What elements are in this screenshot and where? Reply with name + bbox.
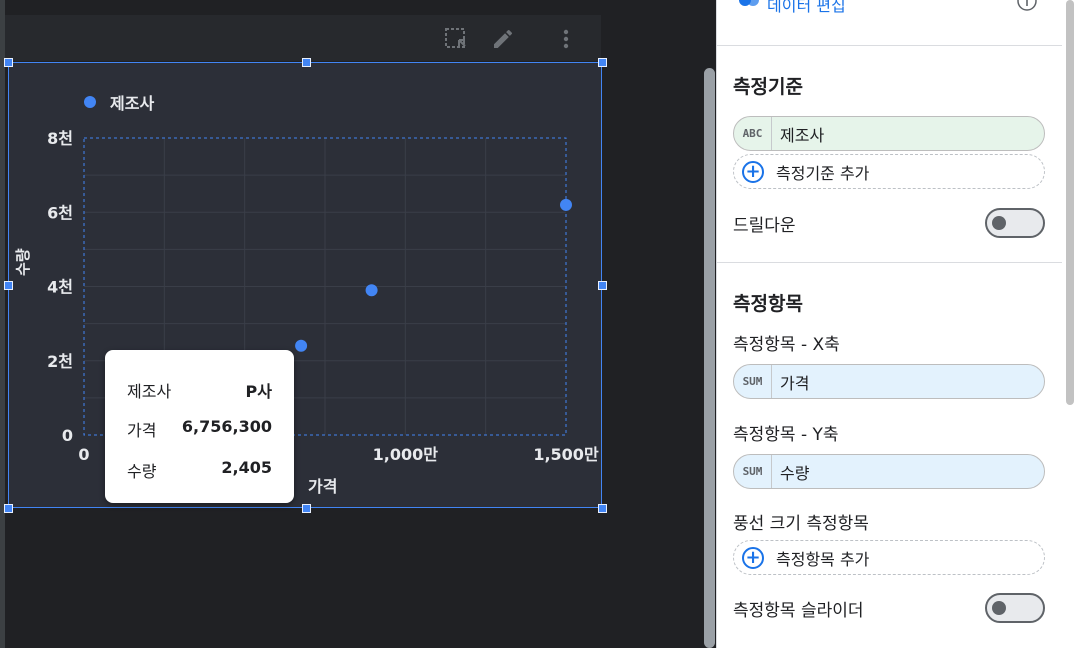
canvas-scrollbar-thumb[interactable] xyxy=(704,68,715,648)
bubble-size-label: 풍선 크기 측정항목 xyxy=(733,514,869,534)
toggle-knob xyxy=(992,216,1006,230)
resize-handle-top-right[interactable] xyxy=(598,58,607,67)
tooltip-value: 2,405 xyxy=(221,458,272,477)
metric-y-label: 측정항목 - Y축 xyxy=(733,425,839,445)
legend-marker xyxy=(84,96,96,108)
tooltip-label: 가격 xyxy=(127,421,157,440)
data-point-tooltip: 제조사 P사 가격 6,756,300 수량 2,405 xyxy=(105,350,294,503)
tooltip-row-quantity: 수량 2,405 xyxy=(127,458,272,482)
aggregation-tag: SUM xyxy=(734,365,772,398)
more-options-icon[interactable] xyxy=(554,27,578,51)
dimension-type-tag: ABC xyxy=(734,117,772,150)
tooltip-value: P사 xyxy=(245,382,272,401)
edit-data-link[interactable]: 데이터 편집 xyxy=(737,0,846,16)
edit-data-label: 데이터 편집 xyxy=(767,0,846,15)
aggregation-tag: SUM xyxy=(734,455,772,488)
data-source-icon xyxy=(739,0,759,6)
drilldown-toggle[interactable] xyxy=(985,208,1045,238)
metric-chip-label: 가격 xyxy=(780,373,810,393)
chart-legend: 제조사 xyxy=(84,90,154,114)
resize-handle-top-left[interactable] xyxy=(4,58,13,67)
add-dimension-label: 측정기준 추가 xyxy=(776,163,870,183)
dimension-section-title: 측정기준 xyxy=(733,76,803,98)
add-dimension-button[interactable]: + 측정기준 추가 xyxy=(733,154,1045,189)
resize-handle-top[interactable] xyxy=(302,58,311,67)
dimension-chip-manufacturer[interactable]: ABC 제조사 xyxy=(733,116,1045,151)
metric-chip-label: 수량 xyxy=(780,463,810,483)
metric-section-title: 측정항목 xyxy=(733,293,803,315)
drilldown-label: 드릴다운 xyxy=(733,216,796,236)
add-metric-label: 측정항목 추가 xyxy=(776,549,870,569)
dimension-chip-label: 제조사 xyxy=(780,125,825,145)
section-divider xyxy=(716,262,1062,263)
tooltip-row-price: 가격 6,756,300 xyxy=(127,417,272,441)
add-circle-icon: + xyxy=(742,160,764,183)
help-info-icon[interactable] xyxy=(1016,0,1038,12)
resize-handle-bottom-left[interactable] xyxy=(4,504,13,513)
legend-label: 제조사 xyxy=(110,94,155,113)
x-axis-title: 가격 xyxy=(308,477,338,496)
select-region-icon[interactable] xyxy=(444,27,468,51)
tooltip-label: 수량 xyxy=(127,462,157,481)
resize-handle-left[interactable] xyxy=(4,281,13,290)
y-axis-title: 수량 xyxy=(14,248,32,276)
edit-pencil-icon[interactable] xyxy=(491,27,515,51)
tooltip-label: 제조사 xyxy=(127,382,172,401)
add-metric-button[interactable]: + 측정항목 추가 xyxy=(733,540,1045,575)
metric-slider-label: 측정항목 슬라이더 xyxy=(733,601,864,621)
scatter-chart-frame[interactable] xyxy=(8,62,602,508)
toggle-knob xyxy=(992,601,1006,615)
resize-handle-bottom-right[interactable] xyxy=(598,504,607,513)
chart-header-bar xyxy=(5,15,601,61)
section-divider xyxy=(716,45,1062,46)
metric-x-label: 측정항목 - X축 xyxy=(733,335,840,355)
resize-handle-right[interactable] xyxy=(598,281,607,290)
tooltip-value: 6,756,300 xyxy=(181,417,272,436)
resize-handle-bottom[interactable] xyxy=(302,504,311,513)
metric-chip-quantity[interactable]: SUM 수량 xyxy=(733,454,1045,489)
tooltip-row-manufacturer: 제조사 P사 xyxy=(127,378,272,402)
metric-slider-toggle[interactable] xyxy=(985,593,1045,623)
metric-chip-price[interactable]: SUM 가격 xyxy=(733,364,1045,399)
add-circle-icon: + xyxy=(742,546,764,569)
panel-scrollbar-thumb[interactable] xyxy=(1066,0,1074,405)
